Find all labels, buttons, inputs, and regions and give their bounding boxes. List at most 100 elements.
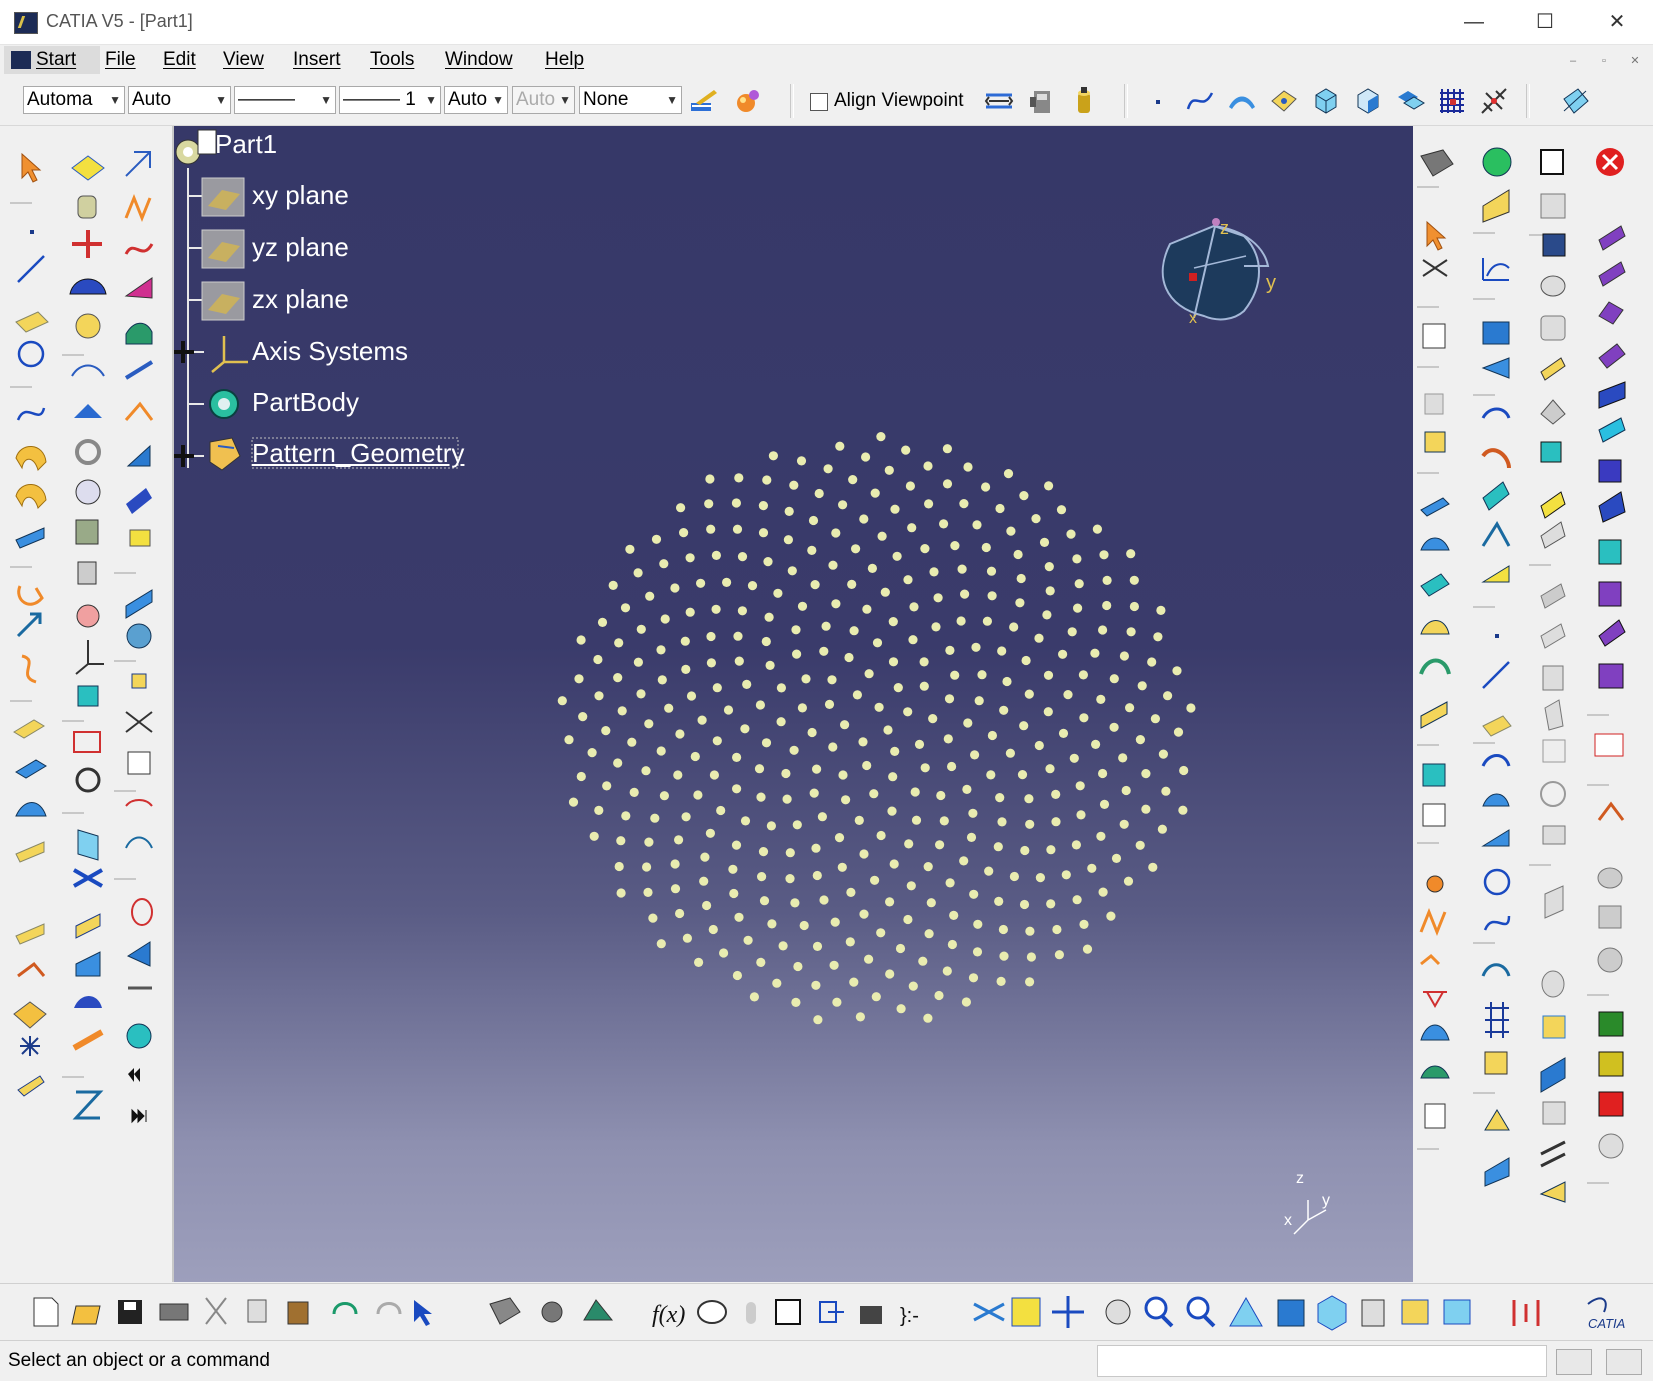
pattern-point[interactable] [1051,789,1061,800]
line-type-combo[interactable]: ——— ▼ [234,86,336,114]
pattern-point[interactable] [904,839,914,849]
pattern-point[interactable] [641,766,651,776]
pattern-point[interactable] [998,924,1009,935]
pattern-point[interactable] [766,821,777,831]
pattern-point[interactable] [737,606,748,616]
pattern-point[interactable] [1161,786,1171,796]
pattern-point[interactable] [659,791,669,801]
pattern-point[interactable] [999,951,1009,961]
pattern-point[interactable] [792,649,802,659]
pattern-point[interactable] [808,515,819,526]
pattern-point[interactable] [682,933,692,943]
pattern-point[interactable] [977,670,987,680]
pattern-point[interactable] [830,917,840,927]
pattern-point[interactable] [821,621,831,631]
pattern-point[interactable] [574,674,584,684]
pattern-point[interactable] [716,805,726,816]
pattern-point[interactable] [970,750,980,760]
pattern-point[interactable] [923,461,933,471]
pattern-point[interactable] [835,441,845,451]
pattern-point[interactable] [851,544,861,554]
pattern-point[interactable] [888,657,899,667]
pattern-point[interactable] [597,617,608,627]
pattern-point[interactable] [633,568,643,578]
pattern-point[interactable] [908,981,918,991]
pattern-point[interactable] [969,889,979,899]
pattern-point[interactable] [845,937,855,947]
pattern-point[interactable] [1153,632,1163,642]
pattern-point[interactable] [729,888,739,899]
pattern-point[interactable] [1106,911,1116,921]
menu-insert[interactable]: Insert [293,49,341,71]
pattern-point[interactable] [874,702,884,712]
pattern-point[interactable] [1150,714,1160,724]
pattern-point[interactable] [633,657,643,667]
pattern-point[interactable] [950,670,960,680]
pattern-point[interactable] [928,714,938,724]
pattern-point[interactable] [995,793,1005,803]
pattern-point[interactable] [1052,924,1062,935]
pattern-point[interactable] [888,617,898,627]
pattern-point[interactable] [781,768,791,779]
pattern-point[interactable] [576,771,586,782]
pattern-point[interactable] [855,1012,866,1022]
pattern-point[interactable] [961,997,972,1007]
pattern-point[interactable] [1058,649,1068,659]
pattern-point[interactable] [993,842,1003,852]
pattern-point[interactable] [686,691,697,701]
pattern-point[interactable] [1025,819,1035,829]
pattern-point[interactable] [972,947,983,957]
pattern-point[interactable] [945,878,955,888]
pattern-point[interactable] [942,444,953,454]
pattern-point[interactable] [773,588,783,598]
pattern-point[interactable] [986,566,997,576]
pattern-point[interactable] [880,587,890,597]
pattern-point[interactable] [1147,657,1157,667]
pattern-point[interactable] [659,559,669,569]
pattern-point[interactable] [1044,481,1054,491]
layer-combo[interactable]: None ▼ [579,86,682,114]
pattern-point[interactable] [758,501,769,511]
pattern-point[interactable] [627,737,637,747]
pattern-point[interactable] [906,881,916,891]
pattern-point[interactable] [1061,870,1071,880]
pattern-point[interactable] [1005,748,1016,758]
pattern-point[interactable] [705,474,715,484]
pattern-point[interactable] [587,748,597,758]
pattern-point[interactable] [923,1013,933,1023]
pattern-point[interactable] [1135,735,1145,745]
pattern-point[interactable] [1034,633,1044,643]
pattern-point[interactable] [1172,666,1182,676]
pattern-point[interactable] [840,720,850,730]
pattern-point[interactable] [785,848,795,858]
pattern-point[interactable] [1090,648,1100,658]
pattern-point[interactable] [636,624,646,634]
pattern-point[interactable] [812,941,823,952]
pattern-point[interactable] [796,456,807,466]
pattern-point[interactable] [674,835,684,845]
pattern-point[interactable] [722,577,732,587]
pattern-point[interactable] [670,859,680,869]
pattern-point[interactable] [772,978,782,988]
pattern-point[interactable] [811,843,821,853]
pattern-point[interactable] [832,997,842,1007]
pattern-point[interactable] [758,528,769,538]
pattern-point[interactable] [564,735,574,745]
pattern-point[interactable] [968,973,979,983]
pattern-point[interactable] [1025,977,1035,987]
join-icon[interactable] [1268,85,1300,117]
pattern-point[interactable] [870,488,880,498]
pattern-point[interactable] [621,811,631,821]
pattern-point[interactable] [935,840,945,850]
pattern-point[interactable] [903,914,913,925]
pattern-point[interactable] [1148,862,1158,872]
pattern-point[interactable] [981,542,991,553]
pattern-point[interactable] [1129,601,1139,612]
pattern-point[interactable] [861,452,871,462]
pattern-point[interactable] [950,541,960,551]
pattern-point[interactable] [862,760,872,771]
pattern-point[interactable] [660,614,670,624]
pattern-point[interactable] [711,550,722,560]
pattern-point[interactable] [702,900,712,911]
pattern-point[interactable] [838,770,848,780]
